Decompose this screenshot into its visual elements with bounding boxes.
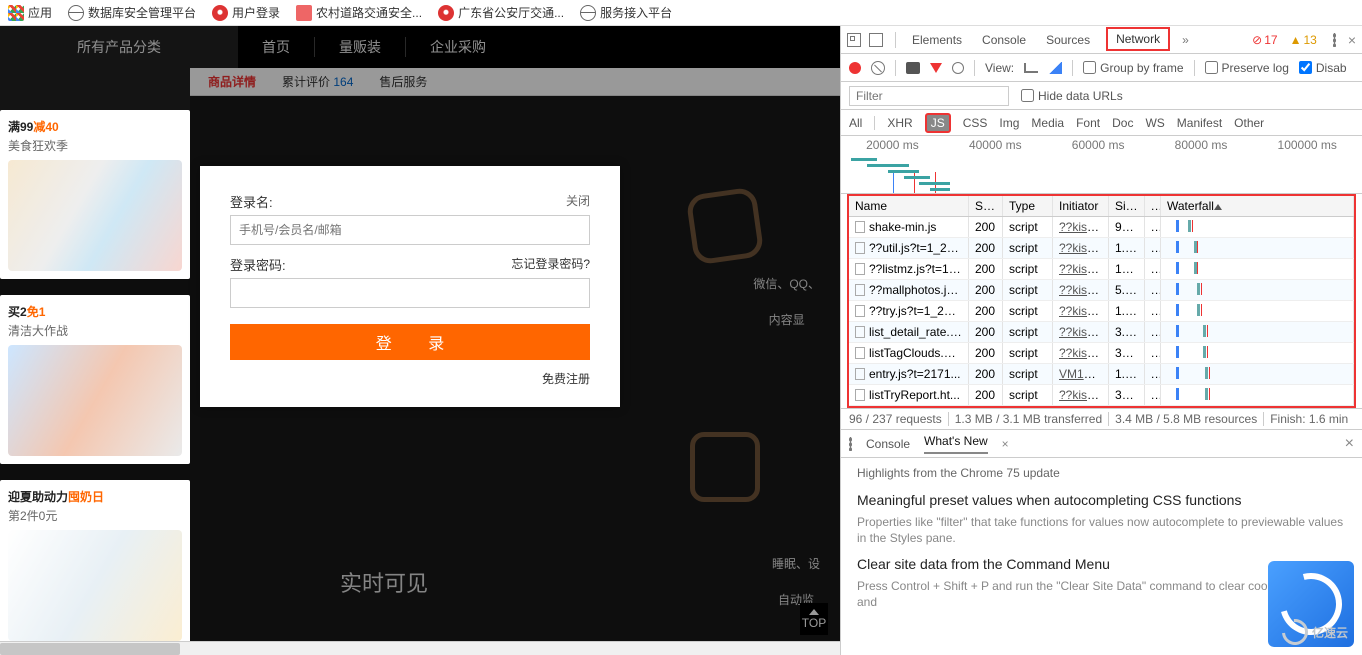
network-status-bar: 96 / 237 requests 1.3 MB / 3.1 MB transf… — [841, 408, 1362, 430]
promo-card[interactable]: 满99减40 美食狂欢季 — [0, 110, 190, 279]
promo-card[interactable]: 迎夏助动力囤奶日 第2件0元 — [0, 480, 190, 649]
col-waterfall[interactable]: Waterfall — [1161, 196, 1354, 216]
bookmark-gd[interactable]: 广东省公安厅交通... — [438, 4, 564, 21]
drawer-menu-icon[interactable] — [849, 437, 852, 451]
network-table: Name Sta... Type Initiator Size ... Wate… — [847, 194, 1356, 408]
type-css[interactable]: CSS — [963, 116, 988, 130]
type-font[interactable]: Font — [1076, 116, 1100, 130]
apps-icon — [8, 5, 24, 21]
promo-image — [8, 345, 182, 456]
login-button[interactable]: 登 录 — [230, 324, 590, 360]
username-input[interactable] — [230, 215, 590, 245]
clear-button[interactable] — [871, 61, 885, 75]
page-viewport: 所有产品分类 首页 量贩装 企业采购 商品详情 累计评价 164 售后服务 微信… — [0, 26, 840, 655]
username-label: 登录名: — [230, 195, 273, 210]
preserve-log-checkbox[interactable]: Preserve log — [1205, 61, 1289, 75]
table-row[interactable]: listTryReport.ht...200script??kissy/...3… — [849, 385, 1354, 406]
view-label: View: — [985, 61, 1014, 75]
type-all[interactable]: All — [849, 116, 862, 130]
bookmark-apps[interactable]: 应用 — [8, 4, 52, 21]
type-filters: All XHR JS CSS Img Media Font Doc WS Man… — [841, 110, 1362, 136]
table-row[interactable]: ??listmz.js?t=1_...200script??kissy/...1… — [849, 259, 1354, 280]
table-row[interactable]: list_detail_rate.h...200script??kissy/..… — [849, 322, 1354, 343]
type-media[interactable]: Media — [1031, 116, 1064, 130]
waterfall-toggle-icon[interactable] — [1048, 62, 1062, 74]
login-modal: 登录名: 关闭 登录密码: 忘记登录密码? 登 录 免费注册 — [200, 166, 620, 407]
promo-image — [8, 530, 182, 641]
type-manifest[interactable]: Manifest — [1177, 116, 1222, 130]
error-count[interactable]: ⊘17 — [1252, 33, 1277, 47]
bookmark-dbsec[interactable]: 数据库安全管理平台 — [68, 4, 196, 21]
col-size[interactable]: Size — [1109, 196, 1145, 216]
group-by-frame-checkbox[interactable]: Group by frame — [1083, 61, 1183, 75]
site-icon — [212, 5, 228, 21]
hide-data-urls-checkbox[interactable]: Hide data URLs — [1021, 89, 1123, 103]
globe-icon — [68, 5, 84, 21]
truck-icon — [296, 5, 312, 21]
drawer-tabs: Console What's New × × — [841, 430, 1362, 458]
table-row[interactable]: ??try.js?t=1_201...200script??kissy/...1… — [849, 301, 1354, 322]
type-xhr[interactable]: XHR — [887, 116, 912, 130]
tab-elements[interactable]: Elements — [908, 28, 966, 52]
overview-timeline[interactable]: 20000 ms 40000 ms 60000 ms 80000 ms 1000… — [841, 136, 1362, 194]
filter-toggle-icon[interactable] — [930, 63, 942, 73]
bookmark-service[interactable]: 服务接入平台 — [580, 4, 672, 21]
promo-image — [8, 160, 182, 271]
close-tab-icon[interactable]: × — [1002, 437, 1009, 451]
close-button[interactable]: 关闭 — [566, 192, 590, 209]
drawer-tab-whatsnew[interactable]: What's New — [924, 434, 988, 454]
drawer-tab-console[interactable]: Console — [866, 437, 910, 451]
close-devtools-icon[interactable]: × — [1348, 32, 1356, 48]
disable-cache-checkbox[interactable]: Disab — [1299, 61, 1347, 75]
filter-input[interactable] — [849, 86, 1009, 106]
large-rows-icon[interactable] — [1024, 63, 1038, 73]
col-initiator[interactable]: Initiator — [1053, 196, 1109, 216]
type-js[interactable]: JS — [925, 113, 951, 133]
register-link[interactable]: 免费注册 — [230, 370, 590, 387]
bookmark-road[interactable]: 农村道路交通安全... — [296, 4, 422, 21]
col-type[interactable]: Type — [1003, 196, 1053, 216]
promo-sidebar: 满99减40 美食狂欢季 买2免1 清洁大作战 迎夏助动力囤奶日 第2件0元 — [0, 110, 190, 655]
tab-sources[interactable]: Sources — [1042, 28, 1094, 52]
tab-network[interactable]: Network — [1106, 27, 1170, 51]
password-label: 登录密码: — [230, 258, 286, 273]
type-ws[interactable]: WS — [1145, 116, 1164, 130]
col-status[interactable]: Sta... — [969, 196, 1003, 216]
close-drawer-icon[interactable]: × — [1345, 435, 1354, 453]
devtools-tabs: Elements Console Sources Network » ⊘17 ▲… — [841, 26, 1362, 54]
type-other[interactable]: Other — [1234, 116, 1264, 130]
site-icon — [438, 5, 454, 21]
screenshot-button[interactable] — [906, 62, 920, 74]
col-name[interactable]: Name — [849, 196, 969, 216]
horizontal-scrollbar[interactable] — [0, 641, 840, 655]
search-icon[interactable] — [952, 62, 964, 74]
bookmark-login[interactable]: 用户登录 — [212, 4, 280, 21]
tab-console[interactable]: Console — [978, 28, 1030, 52]
promo-card[interactable]: 买2免1 清洁大作战 — [0, 295, 190, 464]
password-input[interactable] — [230, 278, 590, 308]
watermark: 亿速云 — [1282, 619, 1348, 645]
type-img[interactable]: Img — [999, 116, 1019, 130]
table-row[interactable]: listTagClouds.ht...200script??kissy/...3… — [849, 343, 1354, 364]
forgot-password-link[interactable]: 忘记登录密码? — [511, 255, 590, 272]
table-row[interactable]: ??mallphotos.js,...200script??kissy/...5… — [849, 280, 1354, 301]
table-row[interactable]: ??util.js?t=1_20...200script??kissy/...1… — [849, 238, 1354, 259]
warning-count[interactable]: ▲13 — [1290, 33, 1317, 47]
devtools-panel: Elements Console Sources Network » ⊘17 ▲… — [840, 26, 1362, 655]
bookmarks-bar: 应用 数据库安全管理平台 用户登录 农村道路交通安全... 广东省公安厅交通..… — [0, 0, 1362, 26]
device-toggle-icon[interactable] — [869, 33, 883, 47]
record-button[interactable] — [849, 62, 861, 74]
table-row[interactable]: entry.js?t=2171...200scriptVM152...1.3..… — [849, 364, 1354, 385]
col-priority[interactable]: ... — [1145, 196, 1161, 216]
type-doc[interactable]: Doc — [1112, 116, 1133, 130]
globe-icon — [580, 5, 596, 21]
settings-icon[interactable] — [1333, 33, 1336, 47]
scrollbar-thumb[interactable] — [0, 643, 180, 655]
network-toolbar: View: Group by frame Preserve log Disab — [841, 54, 1362, 82]
table-row[interactable]: shake-min.js200script??kissy/...97...... — [849, 217, 1354, 238]
